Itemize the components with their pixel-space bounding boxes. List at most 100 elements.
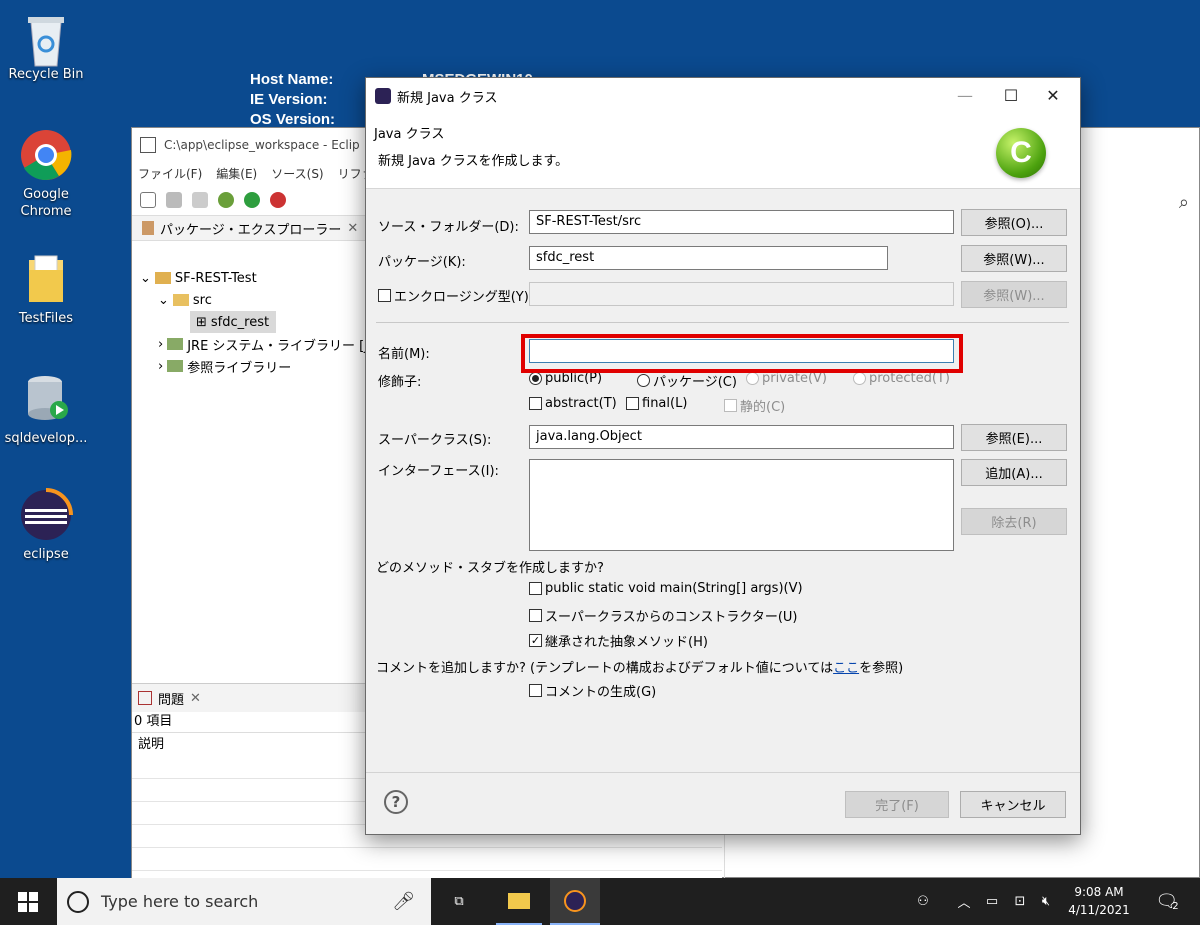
chrome-icon [19,128,73,182]
eclipse-app-icon [140,136,156,153]
menu-source[interactable]: ソース(S) [271,165,323,182]
interfaces-label: インターフェース(I): [378,464,499,479]
package-input[interactable]: sfdc_rest [529,246,888,270]
source-folder-icon [172,294,189,306]
clock-date: 4/11/2021 [1068,903,1130,917]
modifier-private-radio: private(V) [746,371,827,386]
checkbox-box[interactable] [529,609,542,622]
external-tools-icon[interactable] [270,192,286,208]
system-clock[interactable]: 9:08 AM 4/11/2021 [1060,883,1138,919]
chevron-right-icon[interactable]: › [158,337,163,352]
separator [376,322,1069,323]
browse-package-button[interactable]: 参照(W)... [961,245,1067,272]
taskbar-search-box[interactable]: Type here to search 🎤︎ [57,878,431,925]
stub-inherited-abstract-checkbox[interactable]: ✓ 継承された抽象メソッド(H) [529,631,708,650]
host-name-label: Host Name: [250,71,334,88]
eclipse-taskbar-icon[interactable] [550,878,600,925]
cortana-icon [67,890,89,913]
checkbox-box[interactable]: ✓ [529,634,542,647]
minimize-button[interactable]: — [942,78,988,112]
help-icon[interactable]: ? [384,790,408,814]
dialog-title: 新規 Java クラス [397,90,498,106]
bginfo-overlay: Host Name: IE Version: OS Version: MSEDG… [250,70,533,130]
tree-item-package[interactable]: ⊞ sfdc_rest [190,311,276,333]
people-icon[interactable]: ⚇ [908,878,938,925]
header-title: Java クラス [374,127,445,142]
stub-main-checkbox[interactable]: public static void main(String[] args)(V… [529,581,803,596]
recycle-bin-desktop-icon[interactable]: Recycle Bin [0,8,92,83]
stub-constructors-checkbox[interactable]: スーパークラスからのコンストラクター(U) [529,606,798,625]
maximize-button[interactable]: ☐ [988,78,1034,112]
volume-muted-icon[interactable]: 🔇︎ [1034,878,1058,925]
templates-link[interactable]: ここ [833,661,859,676]
modifier-package-radio[interactable]: パッケージ(C) [637,371,737,390]
search-placeholder: Type here to search [101,892,259,911]
checkbox-box [724,399,737,412]
checkbox-box[interactable] [529,582,542,595]
run-icon[interactable] [244,192,260,208]
browse-enclosing-button: 参照(W)... [961,281,1067,308]
checkbox-box[interactable] [529,397,542,410]
browse-superclass-button[interactable]: 参照(E)... [961,424,1067,451]
checkbox-box[interactable] [378,289,391,302]
package-icon: ⊞ [196,314,207,330]
microphone-icon[interactable]: 🎤︎ [392,891,415,912]
eclipse-desktop-icon[interactable]: eclipse [0,488,92,563]
save-all-icon[interactable] [192,192,208,208]
close-icon[interactable]: ✕ [190,691,201,706]
browse-source-folder-button[interactable]: 参照(O)... [961,209,1067,236]
checkbox-box[interactable] [529,684,542,697]
start-button[interactable] [0,878,56,925]
battery-icon[interactable]: ▭ [980,878,1004,925]
chevron-down-icon[interactable]: ⌄ [158,293,169,308]
menu-file[interactable]: ファイル(F) [138,165,202,182]
sqldeveloper-desktop-icon[interactable]: sqldevelop... [0,372,92,447]
modifier-public-radio[interactable]: public(P) [529,371,602,386]
new-java-class-dialog[interactable]: 新規 Java クラス — ☐ ✕ Java クラス 新規 Java クラスを作… [365,77,1081,835]
checkbox-box[interactable] [626,397,639,410]
menu-edit[interactable]: 編集(E) [216,165,257,182]
radio-dot [853,372,866,385]
close-button[interactable]: ✕ [1030,78,1076,112]
testfiles-desktop-icon[interactable]: TestFiles [0,252,92,327]
chevron-down-icon[interactable]: ⌄ [140,271,151,286]
radio-dot[interactable] [637,374,650,387]
google-chrome-desktop-icon[interactable]: Google Chrome [0,128,92,220]
eclipse-icon [19,488,73,542]
database-icon [19,372,73,426]
chevron-right-icon[interactable]: › [158,359,163,374]
source-folder-input[interactable]: SF-REST-Test/src [529,210,954,234]
eclipse-small-icon [375,88,391,104]
superclass-input[interactable]: java.lang.Object [529,425,954,449]
enclosing-type-input [529,282,954,306]
notifications-icon[interactable]: 🗨︎ 2 [1150,878,1184,925]
method-stubs-question: どのメソッド・スタブを作成しますか? [376,561,604,576]
save-icon[interactable] [166,192,182,208]
library-icon [167,360,184,372]
final-checkbox[interactable]: final(L) [626,396,687,411]
name-label: 名前(M): [378,347,430,362]
search-icon[interactable]: ⌕ [1179,192,1189,213]
radio-dot[interactable] [529,372,542,385]
static-checkbox: 静的(C) [724,396,785,415]
interfaces-list[interactable] [529,459,954,551]
abstract-checkbox[interactable]: abstract(T) [529,396,617,411]
close-icon[interactable]: ✕ [347,221,358,236]
file-explorer-icon[interactable] [496,878,542,925]
name-field-highlight [521,334,963,373]
java-class-icon: C [996,128,1046,178]
generate-comments-checkbox[interactable]: コメントの生成(G) [529,681,656,700]
notification-count-badge: 2 [1172,901,1179,912]
new-icon[interactable] [140,192,156,208]
ie-version-label: IE Version: [250,91,328,108]
debug-icon[interactable] [218,192,234,208]
remove-interface-button: 除去(R) [961,508,1067,535]
add-interface-button[interactable]: 追加(A)... [961,459,1067,486]
enclosing-type-checkbox[interactable]: エンクロージング型(Y): [378,286,533,305]
chevron-up-icon[interactable]: ︿ [952,878,976,925]
network-icon[interactable]: ⊡ [1008,878,1032,925]
cancel-button[interactable]: キャンセル [960,791,1066,818]
package-explorer-icon [142,221,154,235]
header-description: 新規 Java クラスを作成します。 [378,154,569,169]
task-view-icon[interactable]: ⧉ [436,878,482,925]
